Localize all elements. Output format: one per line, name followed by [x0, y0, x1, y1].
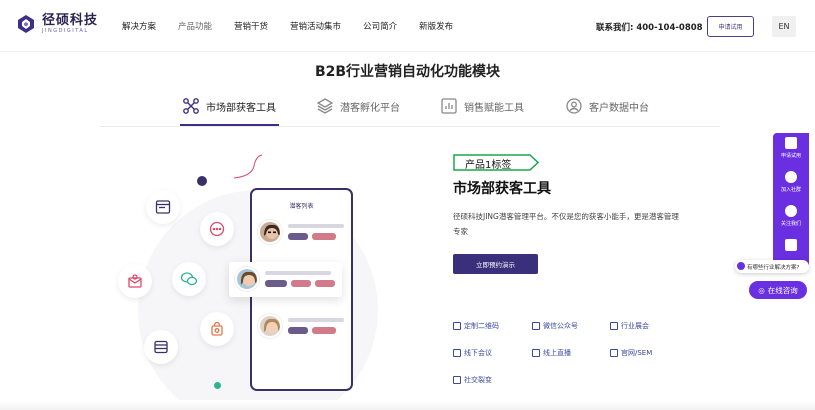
side-join-community[interactable]: 加入社群 — [773, 171, 809, 193]
document-icon — [785, 137, 797, 149]
product-tag-badge: 产品1标签 — [453, 154, 539, 171]
side-apply-trial[interactable]: 申请试用 — [773, 137, 809, 159]
network-icon — [182, 97, 200, 115]
logo-icon — [16, 14, 36, 34]
nav-marketing-insights[interactable]: 营销干货 — [234, 20, 268, 32]
side-follow-us[interactable]: 关注我们 — [773, 205, 809, 227]
apply-trial-button[interactable]: 申请试用 — [707, 16, 754, 37]
section-title: B2B行业营销自动化功能模块 — [314, 64, 501, 80]
feature-custom-qrcode: 定制二维码 — [453, 321, 499, 331]
chart-screen-icon — [440, 97, 458, 115]
lead-card — [258, 314, 344, 338]
highlighted-lead-card — [229, 262, 342, 297]
tab-label: 市场部获客工具 — [206, 102, 276, 114]
logo[interactable]: 径硕科技 JINGDIGITAL — [16, 14, 98, 34]
badge-label: 产品1标签 — [465, 160, 512, 171]
module-tabs: 市场部获客工具 潜客孵化平台 销售赋能工具 客户数据中台 — [0, 96, 815, 126]
avatar — [235, 267, 259, 291]
lead-card — [258, 220, 344, 244]
tab-customer-data-platform[interactable]: 客户数据中台 — [565, 96, 649, 116]
chat-bubble-icon — [200, 212, 234, 246]
top-header: 径硕科技 JINGDIGITAL 解决方案 产品功能 营销干货 营销活动集市 公… — [0, 0, 815, 52]
tab-label: 销售赋能工具 — [464, 102, 524, 114]
book-demo-button[interactable]: 立即预约演示 — [453, 254, 538, 274]
nav-solutions[interactable]: 解决方案 — [122, 20, 156, 32]
main-nav: 解决方案 产品功能 营销干货 营销活动集市 公司简介 新版发布 — [122, 20, 475, 32]
decorative-dot — [214, 382, 221, 389]
decorative-dot — [197, 176, 207, 186]
card-icon — [144, 330, 178, 364]
group-icon — [785, 171, 797, 183]
avatar — [258, 314, 282, 338]
chat-dot-icon — [737, 262, 745, 270]
wechat-icon — [785, 205, 797, 217]
nav-new-release[interactable]: 新版发布 — [419, 20, 453, 32]
contact-phone: 联系我们: 400-104-0808 — [596, 23, 703, 33]
feature-social-fission: 社交裂变 — [453, 375, 492, 385]
language-toggle-button[interactable]: EN — [772, 16, 796, 37]
decorative-curve — [233, 154, 263, 179]
mail-icon — [785, 239, 797, 251]
shopping-bag-icon — [200, 312, 234, 346]
live-icon — [532, 349, 540, 357]
qrcode-icon — [453, 322, 461, 330]
feature-live-stream: 线上直播 — [532, 348, 571, 358]
tab-label: 客户数据中台 — [589, 102, 649, 114]
feature-wechat-account: 微信公众号 — [532, 321, 578, 331]
nav-company-intro[interactable]: 公司简介 — [363, 20, 397, 32]
user-circle-icon — [565, 97, 583, 115]
feature-website-sem: 官网/SEM — [610, 348, 652, 358]
layers-icon — [316, 97, 334, 115]
phone-title: 潜客列表 — [289, 203, 314, 210]
side-mail[interactable] — [773, 239, 809, 254]
floating-sidebar: 申请试用 加入社群 关注我们 — [773, 133, 809, 265]
logo-name-en: JINGDIGITAL — [42, 28, 89, 34]
tab-lead-nurturing[interactable]: 潜客孵化平台 — [316, 96, 400, 116]
wechat-icon — [172, 262, 206, 296]
nav-event-market[interactable]: 营销活动集市 — [290, 20, 341, 32]
tab-marketing-acquisition[interactable]: 市场部获客工具 — [182, 96, 276, 116]
feature-offline-meeting: 线下会议 — [453, 348, 492, 358]
browser-icon — [146, 190, 180, 224]
tab-sales-enablement[interactable]: 销售赋能工具 — [440, 96, 524, 116]
website-icon — [610, 349, 618, 357]
online-consult-button[interactable]: ◎ 在线咨询 — [749, 281, 807, 299]
tabs-divider — [100, 126, 720, 127]
module-description: 径硕科技JING潜客管理平台。不仅是您的获客小能手，更是潜客管理专家 — [453, 212, 679, 236]
headset-icon: ◎ — [758, 285, 765, 295]
wechat-icon — [532, 322, 540, 330]
question-bubble[interactable]: 有哪些行业解决方案? — [735, 260, 809, 273]
avatar — [258, 220, 282, 244]
exhibition-icon — [610, 322, 618, 330]
feature-trade-show: 行业展会 — [610, 321, 649, 331]
logo-name-cn: 径硕科技 — [42, 13, 99, 28]
social-icon — [453, 376, 461, 384]
meeting-icon — [453, 349, 461, 357]
bottom-fade — [0, 400, 815, 410]
nav-product-features[interactable]: 产品功能 — [178, 20, 212, 32]
module-heading: 市场部获客工具 — [453, 181, 551, 197]
tab-label: 潜客孵化平台 — [340, 102, 400, 114]
mail-pin-icon — [118, 264, 152, 298]
